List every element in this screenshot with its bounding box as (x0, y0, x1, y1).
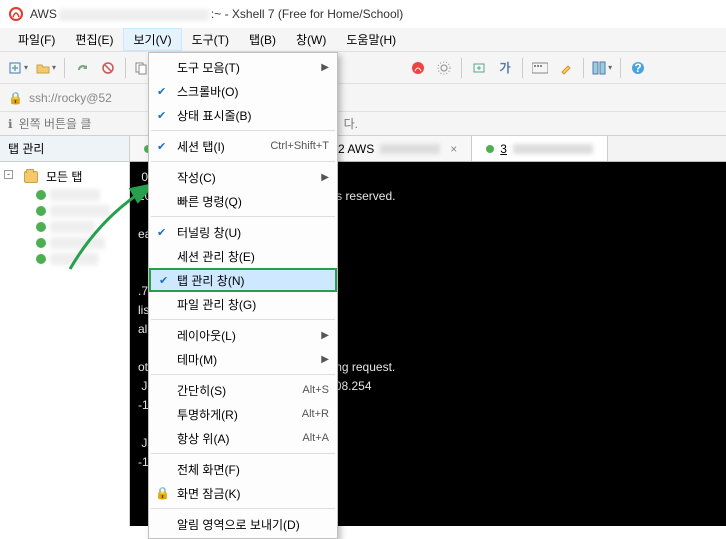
title-prefix: AWS (30, 7, 57, 21)
menu-separator (151, 508, 335, 509)
help-icon[interactable]: ? (627, 57, 649, 79)
status-dot-icon (36, 206, 46, 216)
menuitem-sessmgr[interactable]: 세션 관리 창(E) (149, 244, 337, 268)
menu-file[interactable]: 파일(F) (8, 28, 65, 51)
address-text[interactable]: ssh://rocky@52 (29, 91, 112, 105)
menu-window[interactable]: 창(W) (286, 28, 336, 51)
app-logo-icon (8, 6, 24, 22)
menu-edit[interactable]: 편집(E) (65, 28, 123, 51)
menu-help[interactable]: 도움말(H) (336, 28, 406, 51)
menuitem-notify[interactable]: 알림 영역으로 보내기(D) (149, 512, 337, 536)
menu-separator (151, 319, 335, 320)
toolbar-separator (461, 58, 462, 78)
menuitem-tunnel[interactable]: ✔터널링 창(U) (149, 220, 337, 244)
submenu-arrow-icon: ▶ (321, 330, 329, 341)
titlebar: AWS :~ - Xshell 7 (Free for Home/School) (0, 0, 726, 28)
new-session-button[interactable] (6, 57, 30, 79)
menuitem-compose[interactable]: 작성(C)▶ (149, 165, 337, 189)
menuitem-quickcmd[interactable]: 빠른 명령(Q) (149, 189, 337, 213)
check-icon: ✔ (159, 274, 168, 287)
svg-text:?: ? (634, 61, 641, 75)
close-icon[interactable]: × (450, 142, 457, 156)
menu-separator (151, 374, 335, 375)
check-icon: ✔ (157, 140, 166, 153)
settings-icon[interactable] (433, 57, 455, 79)
menuitem-statusbar[interactable]: ✔상태 표시줄(B) (149, 103, 337, 127)
submenu-arrow-icon: ▶ (321, 172, 329, 183)
tab-label: 3 (500, 142, 507, 156)
menuitem-theme[interactable]: 테마(M)▶ (149, 347, 337, 371)
check-icon: ✔ (157, 85, 166, 98)
status-dot-icon (36, 238, 46, 248)
disconnect-button[interactable] (97, 57, 119, 79)
menuitem-scrollbar[interactable]: ✔스크롤바(O) (149, 79, 337, 103)
info-icon: ℹ (8, 117, 13, 131)
menu-separator (151, 453, 335, 454)
menuitem-fullscreen[interactable]: 전체 화면(F) (149, 457, 337, 481)
tab-label: 2 AWS (338, 142, 374, 156)
menu-separator (151, 216, 335, 217)
open-session-button[interactable] (34, 57, 58, 79)
menuitem-sessiontab[interactable]: ✔세션 탭(I)Ctrl+Shift+T (149, 134, 337, 158)
toolbar-separator (64, 58, 65, 78)
toolbar-separator (583, 58, 584, 78)
view-menu-dropdown: 도구 모음(T)▶ ✔스크롤바(O) ✔상태 표시줄(B) ✔세션 탭(I)Ct… (148, 52, 338, 539)
menuitem-transparent[interactable]: 투명하게(R)Alt+R (149, 402, 337, 426)
menu-tools[interactable]: 도구(T) (182, 28, 239, 51)
address-bar: 🔒 ssh://rocky@52 (0, 84, 726, 112)
menu-view[interactable]: 보기(V) (123, 28, 181, 51)
tab-redacted (513, 144, 593, 154)
reconnect-button[interactable] (71, 57, 93, 79)
xagent-icon[interactable] (407, 57, 429, 79)
collapse-icon[interactable]: - (4, 170, 13, 179)
menuitem-layout[interactable]: 레이아웃(L)▶ (149, 323, 337, 347)
menuitem-ontop[interactable]: 항상 위(A)Alt+A (149, 426, 337, 450)
status-dot-icon (36, 190, 46, 200)
toolbar-separator (125, 58, 126, 78)
toolbar-separator (522, 58, 523, 78)
lock-icon: 🔒 (8, 91, 23, 105)
lock-icon: 🔒 (155, 486, 170, 500)
hint-text: 왼쪽 버튼을 클 (19, 115, 92, 132)
title-redacted (59, 9, 209, 21)
hint-tail: 다. (344, 115, 358, 132)
menubar: 파일(F) 편집(E) 보기(V) 도구(T) 탭(B) 창(W) 도움말(H) (0, 28, 726, 52)
highlight-icon[interactable] (555, 57, 577, 79)
keyboard-icon[interactable] (529, 57, 551, 79)
font-icon[interactable]: 가 (494, 57, 516, 79)
tab-redacted (380, 144, 440, 154)
submenu-arrow-icon: ▶ (321, 354, 329, 365)
status-dot-icon (486, 145, 494, 153)
menuitem-filemgr[interactable]: 파일 관리 창(G) (149, 292, 337, 316)
menu-separator (151, 161, 335, 162)
menuitem-toolbars[interactable]: 도구 모음(T)▶ (149, 55, 337, 79)
toolbar: 가 ? (0, 52, 726, 84)
menu-separator (151, 130, 335, 131)
hint-bar: ℹ 왼쪽 버튼을 클 다. (0, 112, 726, 136)
folder-icon (24, 171, 38, 183)
sidebar-title: 탭 관리 (0, 136, 129, 162)
menuitem-lock[interactable]: 🔒화면 잠금(K) (149, 481, 337, 505)
status-dot-icon (36, 254, 46, 264)
layout-icon[interactable] (590, 57, 614, 79)
check-icon: ✔ (157, 109, 166, 122)
menu-tab[interactable]: 탭(B) (239, 28, 286, 51)
check-icon: ✔ (157, 226, 166, 239)
menuitem-simple[interactable]: 간단히(S)Alt+S (149, 378, 337, 402)
session-tab-3[interactable]: 3 (472, 136, 608, 161)
status-dot-icon (36, 222, 46, 232)
add-tab-icon[interactable] (468, 57, 490, 79)
title-suffix: :~ - Xshell 7 (Free for Home/School) (211, 7, 403, 21)
toolbar-separator (620, 58, 621, 78)
submenu-arrow-icon: ▶ (321, 62, 329, 73)
menuitem-tabmgr[interactable]: ✔탭 관리 창(N) (149, 268, 337, 292)
